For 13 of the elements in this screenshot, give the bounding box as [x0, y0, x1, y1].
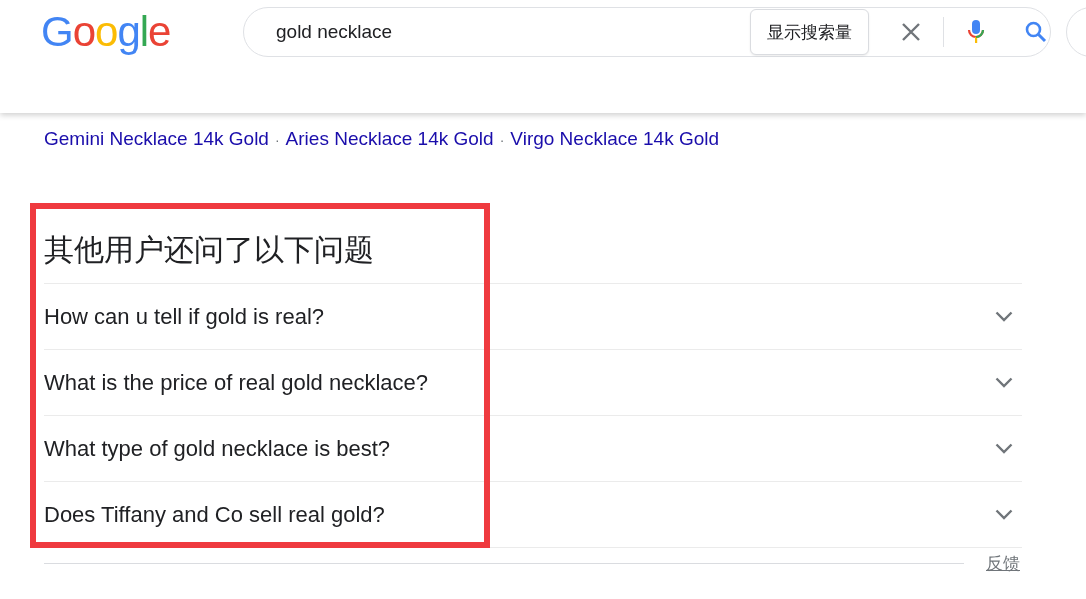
chevron-icon	[995, 442, 1013, 455]
sitelink[interactable]: Gemini Necklace 14k Gold	[44, 128, 269, 149]
feedback-link[interactable]: 反馈	[986, 552, 1020, 575]
sitelink[interactable]: Virgo Necklace 14k Gold	[510, 128, 720, 149]
sitelink[interactable]: Aries Necklace 14k Gold	[285, 128, 494, 149]
separator-dot: ·	[274, 132, 280, 148]
chevron-icon	[995, 508, 1013, 521]
google-logo[interactable]: Google	[41, 10, 216, 54]
search-volume-button[interactable]: 显示搜索量	[750, 9, 869, 55]
chevron-icon	[995, 376, 1013, 389]
search-field[interactable]: gold necklace 显示搜索量	[243, 7, 1051, 57]
chevron-icon	[995, 310, 1013, 323]
separator-dot: ·	[499, 132, 505, 148]
